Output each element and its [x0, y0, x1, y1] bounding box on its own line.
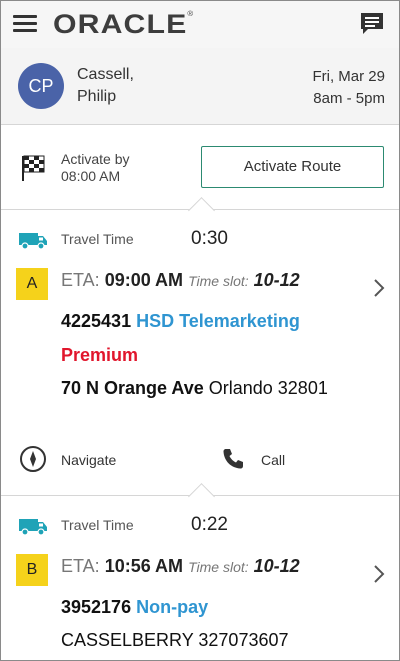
travel-time-value: 0:30 — [191, 228, 228, 249]
phone-icon — [223, 449, 243, 469]
compass-icon — [20, 446, 46, 472]
activity-title: 3952176 Non-pay — [61, 597, 208, 618]
chevron-right-icon[interactable] — [373, 278, 385, 298]
address-street: 70 N Orange Ave — [61, 378, 204, 398]
route-date-text: Fri, Mar 29 — [312, 68, 385, 85]
time-slot-value: 10-12 — [253, 556, 300, 576]
route-date: Fri, Mar 29 8am - 5pm — [312, 66, 385, 110]
travel-time-label: Travel Time — [61, 231, 134, 247]
avatar: CP — [18, 63, 64, 109]
oracle-logo: ORACLE® — [53, 9, 195, 39]
resource-header: CP Cassell, Philip Fri, Mar 29 8am - 5pm — [1, 48, 399, 125]
time-slot-label: Time slot: — [188, 559, 249, 575]
call-label: Call — [261, 452, 286, 468]
activity-address: 70 N Orange Ave Orlando 32801 — [61, 378, 328, 399]
van-icon — [19, 233, 47, 250]
navigate-button[interactable]: Navigate — [19, 439, 179, 483]
navigate-label: Navigate — [61, 452, 117, 468]
travel-time-row: Travel Time 0:22 — [1, 506, 399, 546]
activity-title: 4225431 HSD Telemarketing — [61, 311, 300, 332]
activity-type: Non-pay — [136, 597, 209, 617]
app-frame: ORACLE® CP Cassell, Philip Fri, Mar 29 8… — [0, 0, 400, 661]
activity-card[interactable]: B ETA: 10:56 AM Time slot: 10-12 3952176… — [1, 554, 399, 654]
resource-first-name: Philip — [77, 88, 117, 105]
activity-id: 4225431 — [61, 311, 132, 331]
travel-time-label: Travel Time — [61, 517, 134, 533]
eta-line: ETA: 10:56 AM Time slot: 10-12 — [61, 556, 300, 577]
hamburger-icon[interactable] — [13, 15, 37, 33]
time-slot-value: 10-12 — [253, 270, 300, 290]
activity-address: CASSELBERRY 327073607 — [61, 630, 289, 650]
activity-badge: A — [16, 268, 48, 300]
eta-value: 10:56 AM — [104, 556, 184, 576]
checkered-flag-icon — [22, 155, 45, 181]
activity-type: HSD Telemarketing — [136, 311, 300, 331]
activate-by-time: 08:00 AM — [61, 168, 121, 184]
activate-by-text: Activate by — [61, 151, 130, 167]
eta-label: ETA: — [61, 556, 100, 576]
time-slot-label: Time slot: — [188, 273, 249, 289]
call-button[interactable]: Call — [221, 439, 371, 483]
priority-label: Premium — [61, 345, 139, 365]
eta-label: ETA: — [61, 270, 100, 290]
resource-name: Cassell, Philip — [77, 64, 134, 108]
activate-by-label: Activate by 08:00 AM — [61, 151, 129, 185]
van-icon — [19, 519, 47, 536]
resource-last-name: Cassell, — [77, 66, 134, 83]
chat-icon[interactable] — [359, 11, 385, 37]
activity-badge: B — [16, 554, 48, 586]
activity-id: 3952176 — [61, 597, 132, 617]
activate-route-button[interactable]: Activate Route — [201, 146, 384, 188]
activity-card[interactable]: A ETA: 09:00 AM Time slot: 10-12 4225431… — [1, 268, 399, 408]
eta-line: ETA: 09:00 AM Time slot: 10-12 — [61, 270, 300, 291]
chevron-right-icon[interactable] — [373, 564, 385, 584]
travel-time-row: Travel Time 0:30 — [1, 220, 399, 260]
working-hours: 8am - 5pm — [313, 90, 385, 107]
eta-value: 09:00 AM — [104, 270, 184, 290]
travel-time-value: 0:22 — [191, 514, 228, 535]
address-city: Orlando 32801 — [208, 378, 328, 398]
app-header: ORACLE® — [1, 1, 399, 48]
